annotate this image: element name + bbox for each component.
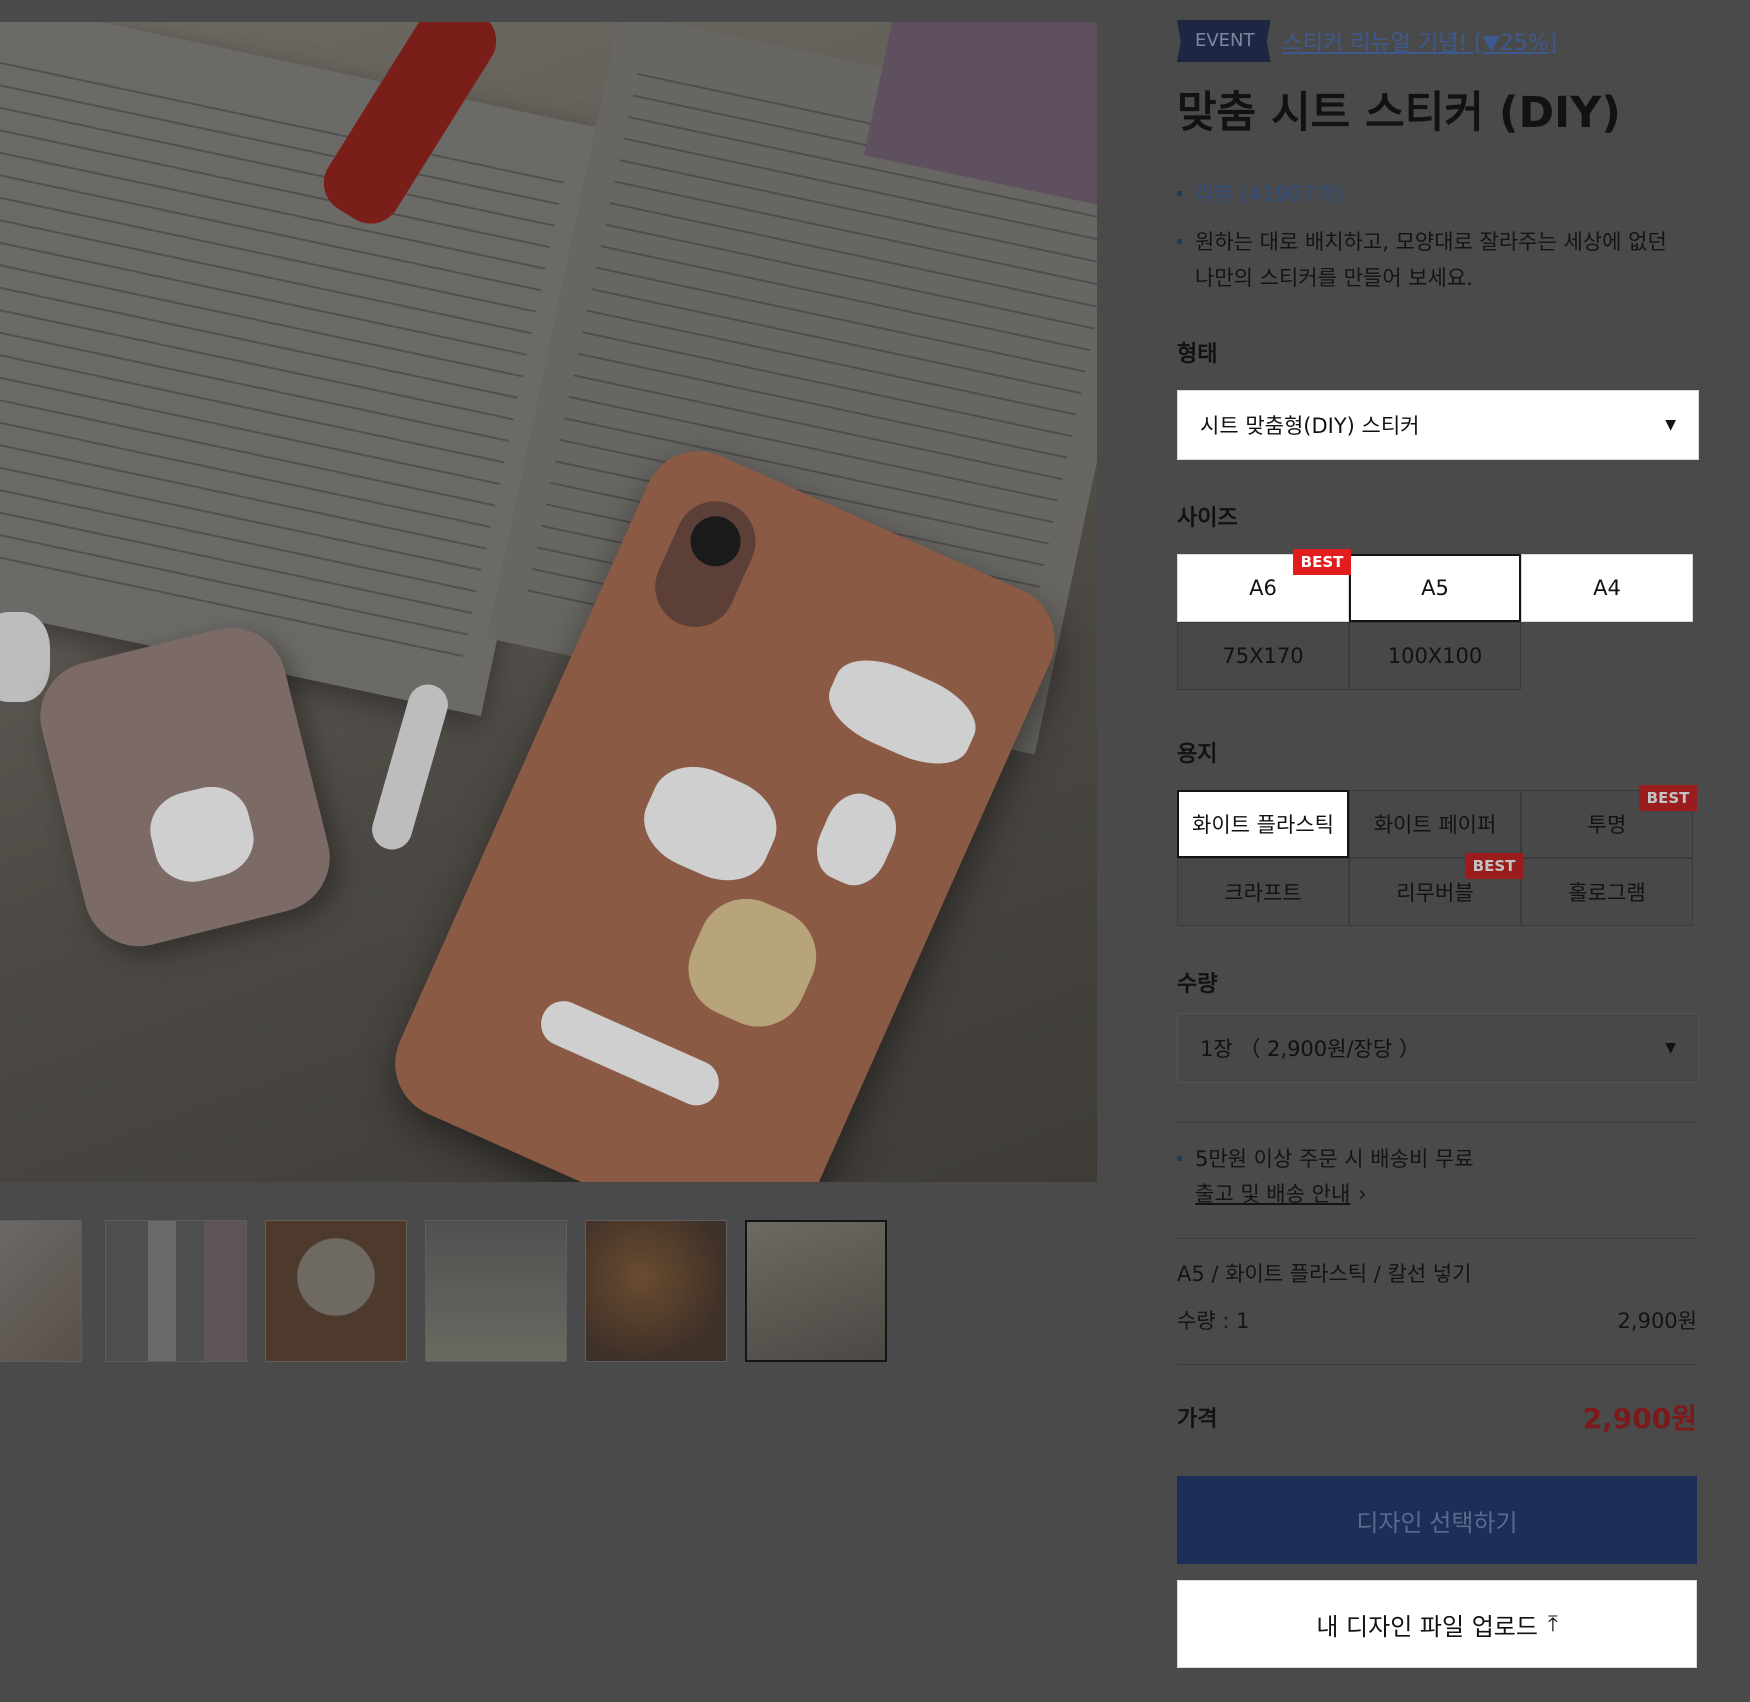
penguin-sticker-image [806, 784, 907, 895]
size-option-a5[interactable]: A5 [1349, 554, 1521, 622]
paper-option-label: 리무버블 [1396, 881, 1474, 905]
size-option-75x170[interactable]: 75X170 [1177, 622, 1349, 690]
event-link[interactable]: 스티커 리뉴얼 기념! [▼25%] [1283, 25, 1558, 57]
quantity-label: 수량 [1177, 972, 1218, 997]
thumbnail-4[interactable] [425, 1220, 567, 1362]
paper-label: 용지 [1177, 742, 1218, 767]
price-label: 가격 [1177, 1407, 1218, 1432]
thumbnail-strip [0, 1220, 900, 1364]
shipping-info-link[interactable]: 출고 및 배송 안내 › [1195, 1178, 1367, 1208]
thumbnail-6-selected[interactable] [745, 1220, 887, 1362]
size-option-label: A4 [1593, 576, 1621, 600]
best-badge: BEST [1639, 785, 1697, 811]
summary-qty: 수량 : 1 [1177, 1309, 1250, 1333]
triangle-down-icon: ▼ [1665, 1040, 1676, 1056]
paper-option-white-paper[interactable]: 화이트 페이퍼 [1349, 790, 1521, 858]
best-badge: BEST [1465, 853, 1523, 879]
penguin-sticker-image [630, 751, 791, 896]
upload-arrow-icon: ⤒ [1547, 1611, 1558, 1637]
paper-option-label: 투명 [1587, 813, 1627, 837]
size-option-label: 100X100 [1387, 644, 1483, 668]
summary-line-price: 2,900원 [1617, 1309, 1697, 1333]
paper-option-white-plastic[interactable]: 화이트 플라스틱 [1177, 790, 1349, 858]
price-row: 가격 2,900원 [1177, 1397, 1697, 1437]
form-label: 형태 [1177, 342, 1218, 367]
divider [1177, 1122, 1697, 1123]
form-select[interactable]: 시트 맞춤형(DIY) 스티커 ▼ [1177, 390, 1699, 460]
size-option-label: A5 [1421, 576, 1449, 600]
upload-design-button[interactable]: 내 디자인 파일 업로드 ⤒ [1177, 1580, 1697, 1668]
paper-option-kraft[interactable]: 크라프트 [1177, 858, 1349, 926]
penguin-row-sticker-image [533, 994, 726, 1113]
thumbnail-5[interactable] [585, 1220, 727, 1362]
size-label: 사이즈 [1177, 506, 1238, 531]
size-option-label: A6 [1249, 576, 1277, 600]
thumbnail-1[interactable] [0, 1220, 82, 1362]
triangle-down-icon: ▼ [1665, 417, 1676, 433]
paper-option-hologram[interactable]: 홀로그램 [1521, 858, 1693, 926]
divider [1177, 1238, 1697, 1239]
form-select-value: 시트 맞춤형(DIY) 스티커 [1200, 414, 1420, 438]
paper-option-label: 화이트 페이퍼 [1373, 813, 1497, 837]
chevron-right-icon: › [1358, 1182, 1367, 1206]
quantity-select-value: 1장 （ 2,900원/장당 ） [1200, 1037, 1420, 1061]
review-link[interactable]: 리뷰 (41907개) [1177, 176, 1697, 212]
description-line-1: 원하는 대로 배치하고, 모양대로 잘라주는 세상에 없던 [1195, 230, 1667, 254]
event-badge: EVENT [1177, 20, 1271, 62]
penguin-sticker-image [817, 644, 988, 780]
penguin-sticker-image [673, 883, 832, 1042]
paper-option-label: 화이트 플라스틱 [1192, 813, 1334, 837]
product-options-panel: EVENT 스티커 리뉴얼 기념! [▼25%] 맞춤 시트 스티커 (DIY)… [1177, 0, 1699, 1702]
design-select-button[interactable]: 디자인 선택하기 [1177, 1476, 1697, 1564]
quantity-select[interactable]: 1장 （ 2,900원/장당 ） ▼ [1177, 1013, 1699, 1083]
size-option-100x100[interactable]: 100X100 [1349, 622, 1521, 690]
description-line-2: 나만의 스티커를 만들어 보세요. [1195, 266, 1473, 290]
earbud-image [367, 679, 453, 855]
summary-qty-row: 수량 : 1 2,900원 [1177, 1305, 1697, 1335]
paper-option-label: 크라프트 [1224, 881, 1302, 905]
size-option-label: 75X170 [1222, 644, 1304, 668]
size-option-a4[interactable]: A4 [1521, 554, 1693, 622]
shipping-notice: 5만원 이상 주문 시 배송비 무료 [1177, 1141, 1697, 1177]
shipping-info-link-text: 출고 및 배송 안내 [1195, 1182, 1351, 1206]
product-description: 원하는 대로 배치하고, 모양대로 잘라주는 세상에 없던 나만의 스티커를 만… [1177, 224, 1697, 296]
selected-options-summary: A5 / 화이트 플라스틱 / 칼선 넣기 [1177, 1262, 1472, 1286]
price-value: 2,900원 [1582, 1402, 1697, 1435]
upload-button-label: 내 디자인 파일 업로드 [1316, 1612, 1538, 1641]
paper-option-label: 홀로그램 [1568, 881, 1646, 905]
best-badge: BEST [1293, 549, 1351, 575]
product-main-image [0, 22, 1097, 1182]
product-title: 맞춤 시트 스티커 (DIY) [1177, 88, 1621, 138]
thumbnail-3[interactable] [265, 1220, 407, 1362]
penguin-sticker-image [142, 778, 262, 891]
divider [1177, 1364, 1697, 1365]
event-row: EVENT 스티커 리뉴얼 기념! [▼25%] [1177, 20, 1557, 62]
earbud-image [0, 612, 50, 702]
phone-camera [642, 488, 769, 640]
thumbnail-2[interactable] [105, 1220, 247, 1362]
